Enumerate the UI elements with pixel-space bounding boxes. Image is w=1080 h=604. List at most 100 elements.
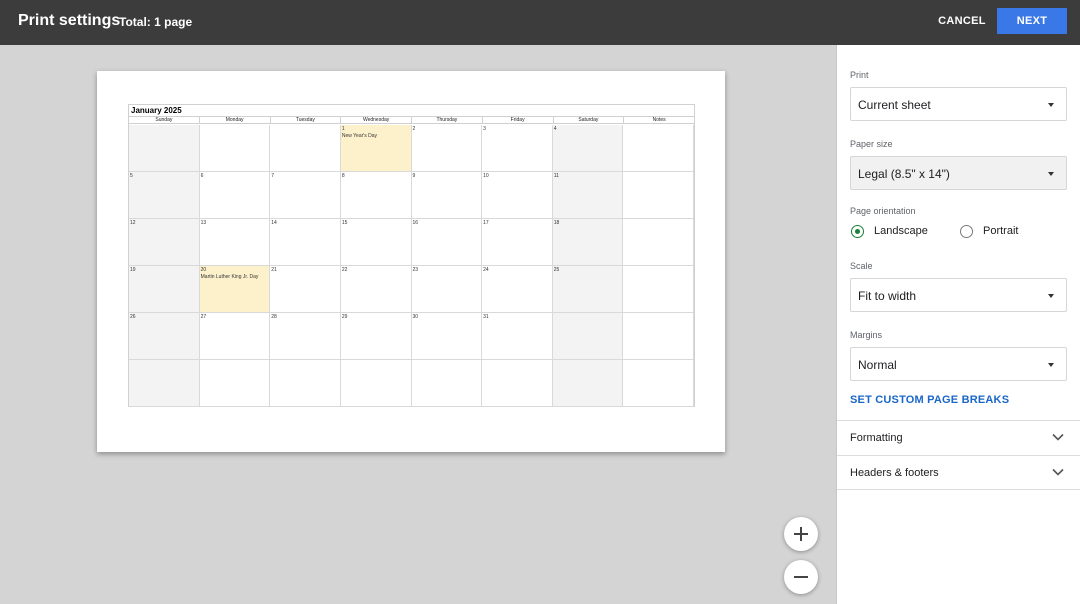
calendar-day-cell: 11	[552, 172, 624, 219]
cancel-button[interactable]: CANCEL	[928, 8, 996, 34]
chevron-down-icon	[1052, 468, 1064, 476]
formatting-label: Formatting	[850, 432, 903, 444]
calendar-day-cell	[623, 266, 694, 313]
day-number: 12	[130, 220, 136, 226]
day-number: 19	[130, 267, 136, 273]
minus-icon	[794, 576, 808, 578]
day-number: 10	[483, 173, 489, 179]
calendar-day-cell: 13	[199, 219, 271, 266]
print-preview-area: January 2025 Sunday Monday Tuesday Wednesda…	[0, 45, 836, 604]
next-button[interactable]: NEXT	[997, 8, 1067, 34]
calendar-day-cell	[199, 125, 271, 172]
landscape-label[interactable]: Landscape	[874, 225, 928, 237]
paper-size-value: Legal (8.5" x 14")	[858, 167, 950, 181]
calendar-day-cell	[129, 125, 200, 172]
weekday-header-cell: Wednesday	[341, 117, 412, 123]
day-number: 13	[200, 220, 207, 226]
day-number: 16	[412, 220, 419, 226]
margins-value: Normal	[858, 358, 897, 372]
calendar-day-cell: 5	[129, 172, 200, 219]
day-number: 17	[483, 220, 489, 226]
scale-value: Fit to width	[858, 289, 917, 303]
calendar-day-cell	[340, 360, 412, 407]
day-number: 8	[341, 173, 345, 179]
dropdown-caret-icon	[1048, 294, 1054, 298]
custom-page-breaks-link[interactable]: SET CUSTOM PAGE BREAKS	[850, 394, 1009, 406]
orientation-label: Page orientation	[850, 206, 916, 216]
calendar-day-cell: 10	[482, 172, 553, 219]
calendar-day-cell: 25	[552, 266, 624, 313]
day-number: 5	[130, 173, 133, 179]
paper-size-select[interactable]: Legal (8.5" x 14")	[850, 156, 1067, 190]
portrait-label[interactable]: Portrait	[983, 225, 1018, 237]
calendar-day-cell: 28	[270, 313, 341, 360]
day-number: 21	[271, 267, 277, 273]
calendar-day-cell: 9	[411, 172, 483, 219]
weekday-header-cell: Sunday	[129, 117, 200, 123]
calendar-day-cell	[552, 313, 624, 360]
day-number: 2	[412, 126, 416, 132]
print-label: Print	[850, 70, 869, 80]
settings-panel: Print Current sheet Paper size Legal (8.…	[836, 45, 1080, 604]
calendar-day-cell: 24	[482, 266, 553, 313]
print-select[interactable]: Current sheet	[850, 87, 1067, 121]
weekday-header-cell: Thursday	[412, 117, 483, 123]
day-number: 20	[200, 267, 207, 273]
day-number: 24	[483, 267, 489, 273]
calendar-day-cell: 4	[552, 125, 624, 172]
headers-footers-section[interactable]: Headers & footers	[837, 455, 1080, 490]
day-number: 23	[412, 267, 419, 273]
zoom-out-button[interactable]	[784, 560, 818, 594]
landscape-radio[interactable]	[851, 225, 864, 238]
weekday-header-cell: Notes	[652, 117, 666, 123]
section-divider	[837, 489, 1080, 490]
calendar-day-cell	[129, 360, 200, 407]
portrait-radio[interactable]	[960, 225, 973, 238]
scale-select[interactable]: Fit to width	[850, 278, 1067, 312]
calendar-day-cell	[623, 360, 694, 407]
day-number: 28	[271, 314, 277, 320]
zoom-in-button[interactable]	[784, 517, 818, 551]
day-number: 4	[553, 126, 557, 132]
day-number: 1	[341, 126, 345, 132]
margins-label: Margins	[850, 330, 883, 340]
calendar-weekday-header: Sunday Monday Tuesday Wednesday Thursday Frid…	[129, 116, 694, 124]
plus-icon	[794, 527, 808, 541]
calendar-day-cell: 27	[199, 313, 271, 360]
calendar-day-cell	[270, 360, 341, 407]
dropdown-caret-icon	[1048, 172, 1054, 176]
calendar-day-cell	[623, 125, 694, 172]
day-number: 6	[200, 173, 204, 179]
print-select-value: Current sheet	[858, 98, 931, 112]
calendar-day-cell: 26	[129, 313, 200, 360]
day-number: 31	[483, 314, 489, 320]
margins-select[interactable]: Normal	[850, 347, 1067, 381]
calendar-day-cell: 31	[482, 313, 553, 360]
day-number: 22	[341, 267, 348, 273]
calendar-day-cell: 22	[340, 266, 412, 313]
day-number: 3	[483, 126, 486, 132]
formatting-section[interactable]: Formatting	[837, 420, 1080, 455]
chevron-down-icon	[1052, 433, 1064, 441]
calendar-day-cell: 18	[552, 219, 624, 266]
day-number: 29	[341, 314, 348, 320]
calendar-day-cell: 23	[411, 266, 483, 313]
calendar-day-cell: 1 New Year's Day	[340, 125, 412, 172]
calendar-day-cell: 17	[482, 219, 553, 266]
calendar-day-cell: 2	[411, 125, 483, 172]
weekday-header-cell: Friday	[483, 117, 554, 123]
day-number: 30	[412, 314, 419, 320]
day-number: 25	[553, 267, 560, 273]
paper-size-label: Paper size	[850, 139, 893, 149]
day-number: 27	[200, 314, 207, 320]
day-number: 26	[130, 314, 136, 320]
calendar-day-cell	[623, 172, 694, 219]
calendar-day-cell: 30	[411, 313, 483, 360]
calendar-grid: 1 New Year's Day 2 3 4 5 6 7 8 9 10 11 12 13 14 15 16 17 1…	[129, 125, 694, 407]
headers-footers-label: Headers & footers	[850, 467, 939, 479]
holiday-label: Martin Luther King Jr. Day	[200, 274, 259, 280]
calendar-day-cell: 19	[129, 266, 200, 313]
day-number: 11	[553, 173, 559, 179]
calendar-day-cell	[270, 125, 341, 172]
calendar-day-cell	[623, 313, 694, 360]
